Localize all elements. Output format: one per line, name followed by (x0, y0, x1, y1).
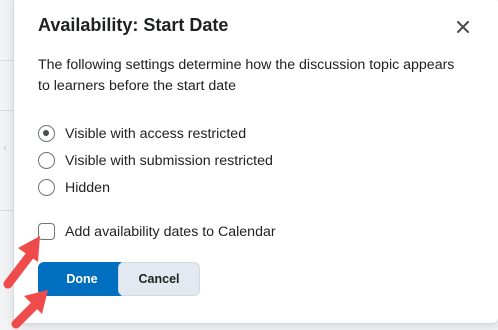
radio-button[interactable] (38, 152, 55, 169)
radio-label: Visible with submission restricted (65, 152, 273, 169)
radio-option-visible-access-restricted[interactable]: Visible with access restricted (38, 125, 246, 142)
availability-dialog: Availability: Start Date The following s… (13, 0, 498, 324)
radio-label: Hidden (65, 179, 110, 196)
done-button[interactable]: Done (38, 262, 126, 296)
radio-label: Visible with access restricted (65, 125, 247, 142)
dialog-title: Availability: Start Date (38, 15, 229, 35)
close-icon (457, 21, 469, 33)
calendar-checkbox[interactable] (38, 223, 55, 240)
background-chevron-icon: ‹ (3, 140, 8, 155)
close-button[interactable] (451, 15, 475, 39)
radio-option-visible-submission-restricted[interactable]: Visible with submission restricted (38, 152, 273, 169)
radio-button-selected[interactable] (38, 125, 55, 142)
radio-button[interactable] (38, 179, 55, 196)
dialog-description: The following settings determine how the… (38, 57, 455, 94)
background-divider (0, 60, 13, 61)
background-divider (0, 210, 13, 211)
background-divider (0, 110, 13, 111)
cancel-button[interactable]: Cancel (118, 262, 200, 296)
calendar-checkbox-option[interactable]: Add availability dates to Calendar (38, 223, 276, 240)
radio-option-hidden[interactable]: Hidden (38, 179, 110, 196)
calendar-checkbox-label: Add availability dates to Calendar (65, 223, 276, 240)
